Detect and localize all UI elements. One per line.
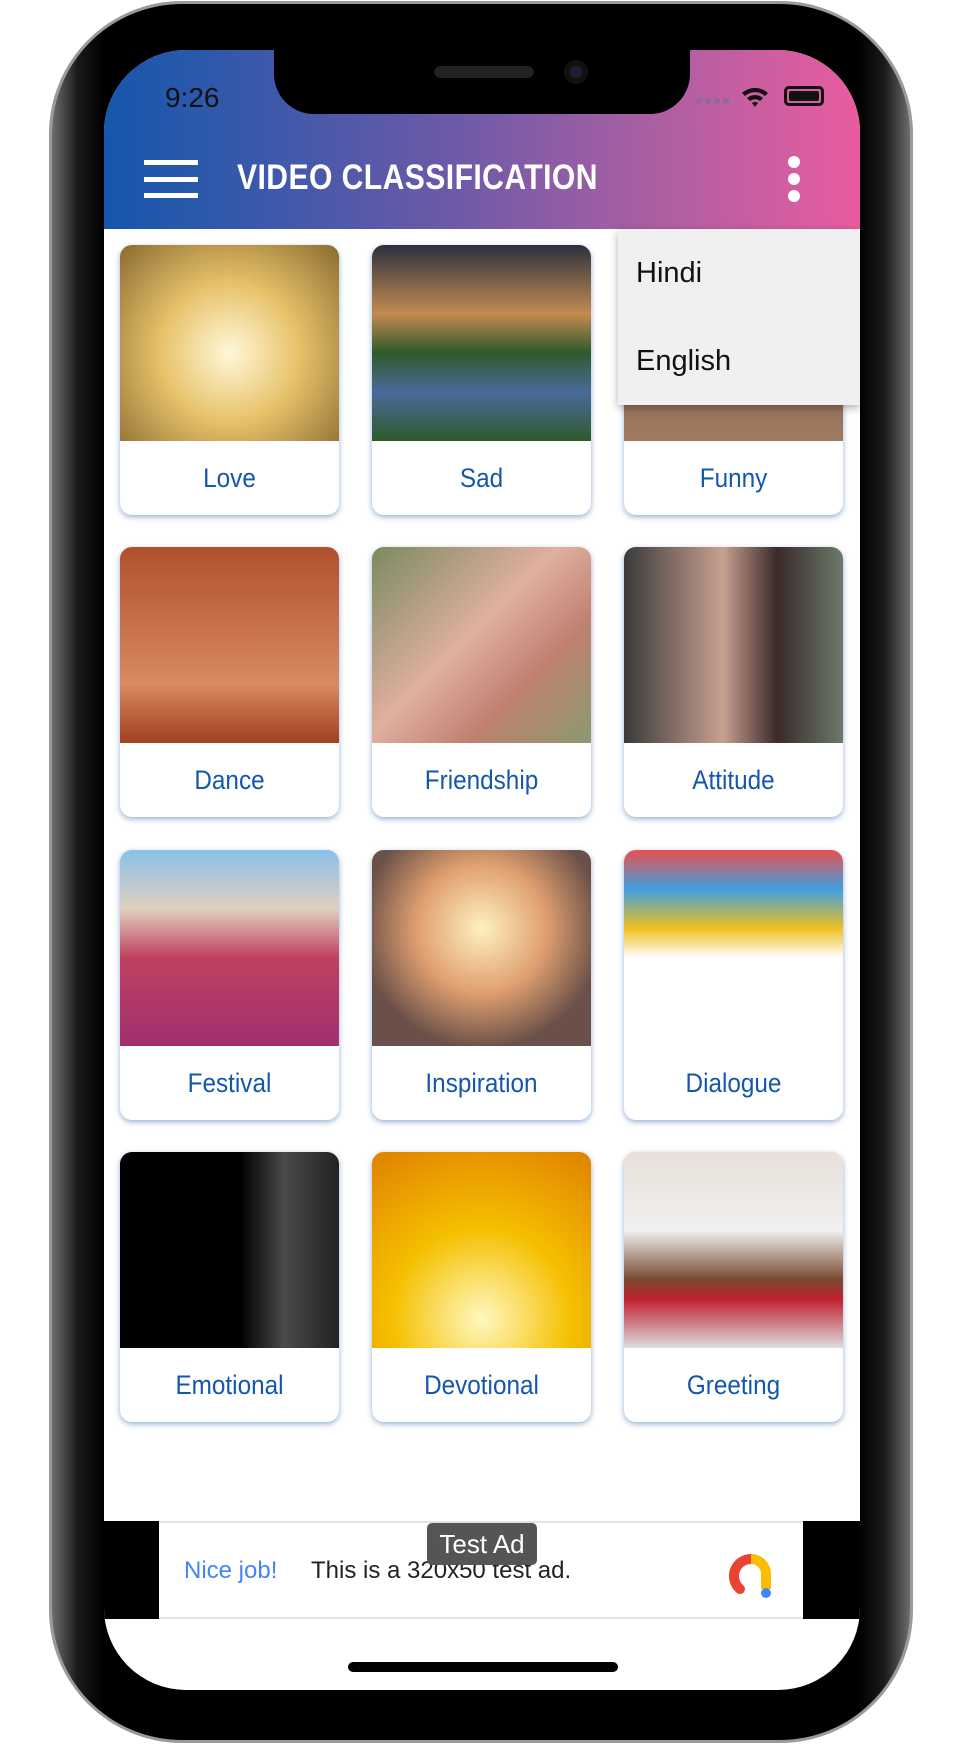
category-card-sad[interactable]: Sad (372, 245, 591, 515)
category-thumbnail (372, 850, 591, 1046)
category-card-inspiration[interactable]: Inspiration (372, 850, 591, 1120)
hamburger-icon[interactable] (144, 160, 198, 198)
category-label: Devotional (424, 1369, 539, 1400)
test-ad-badge: Test Ad (427, 1523, 537, 1565)
category-thumbnail (624, 547, 843, 743)
category-label: Sad (459, 462, 504, 493)
category-thumbnail (624, 850, 843, 1046)
menu-item-english[interactable]: English (618, 317, 860, 405)
category-card-devotional[interactable]: Devotional (372, 1152, 591, 1422)
category-thumbnail (120, 1152, 339, 1348)
camera (564, 60, 588, 84)
category-label: Funny (699, 462, 768, 493)
status-time: 9:26 (165, 82, 220, 113)
category-label: Dialogue (685, 1067, 782, 1098)
category-thumbnail (372, 547, 591, 743)
admob-logo-icon (728, 1553, 771, 1598)
category-thumbnail (372, 245, 591, 441)
category-thumbnail (120, 245, 339, 441)
category-card-friendship[interactable]: Friendship (372, 547, 591, 817)
signal-icon (696, 98, 729, 104)
category-card-attitude[interactable]: Attitude (624, 547, 843, 817)
language-menu: Hindi English (618, 229, 860, 405)
category-thumbnail (372, 1152, 591, 1348)
category-label: Dance (194, 764, 265, 795)
category-thumbnail (120, 547, 339, 743)
wifi-icon (742, 87, 768, 107)
speaker (434, 66, 534, 78)
category-card-festival[interactable]: Festival (120, 850, 339, 1120)
battery-icon (784, 86, 824, 106)
app-screen: 9:26 VIDEO CLASSIFICATION Love Sad Funny Da… (104, 50, 860, 1690)
ad-headline[interactable]: Nice job! (184, 1557, 277, 1585)
category-label: Friendship (424, 764, 539, 795)
category-thumbnail (120, 850, 339, 1046)
ad-banner[interactable]: Nice job! This is a 320x50 test ad. Test… (159, 1521, 803, 1619)
category-card-emotional[interactable]: Emotional (120, 1152, 339, 1422)
page-title: VIDEO CLASSIFICATION (237, 158, 598, 197)
category-card-dance[interactable]: Dance (120, 547, 339, 817)
category-label: Emotional (175, 1369, 284, 1400)
category-card-greeting[interactable]: Greeting (624, 1152, 843, 1422)
category-label: Love (203, 462, 256, 493)
ad-banner-area: Nice job! This is a 320x50 test ad. Test… (104, 1521, 860, 1619)
kebab-icon[interactable] (784, 156, 804, 202)
category-label: Attitude (692, 764, 775, 795)
category-label: Festival (187, 1067, 272, 1098)
notch (274, 50, 690, 114)
home-indicator[interactable] (348, 1662, 618, 1672)
category-label: Inspiration (425, 1067, 538, 1098)
category-card-dialogue[interactable]: Dialogue (624, 850, 843, 1120)
category-label: Greeting (686, 1369, 781, 1400)
category-card-love[interactable]: Love (120, 245, 339, 515)
menu-item-hindi[interactable]: Hindi (618, 229, 860, 317)
category-thumbnail (624, 1152, 843, 1348)
